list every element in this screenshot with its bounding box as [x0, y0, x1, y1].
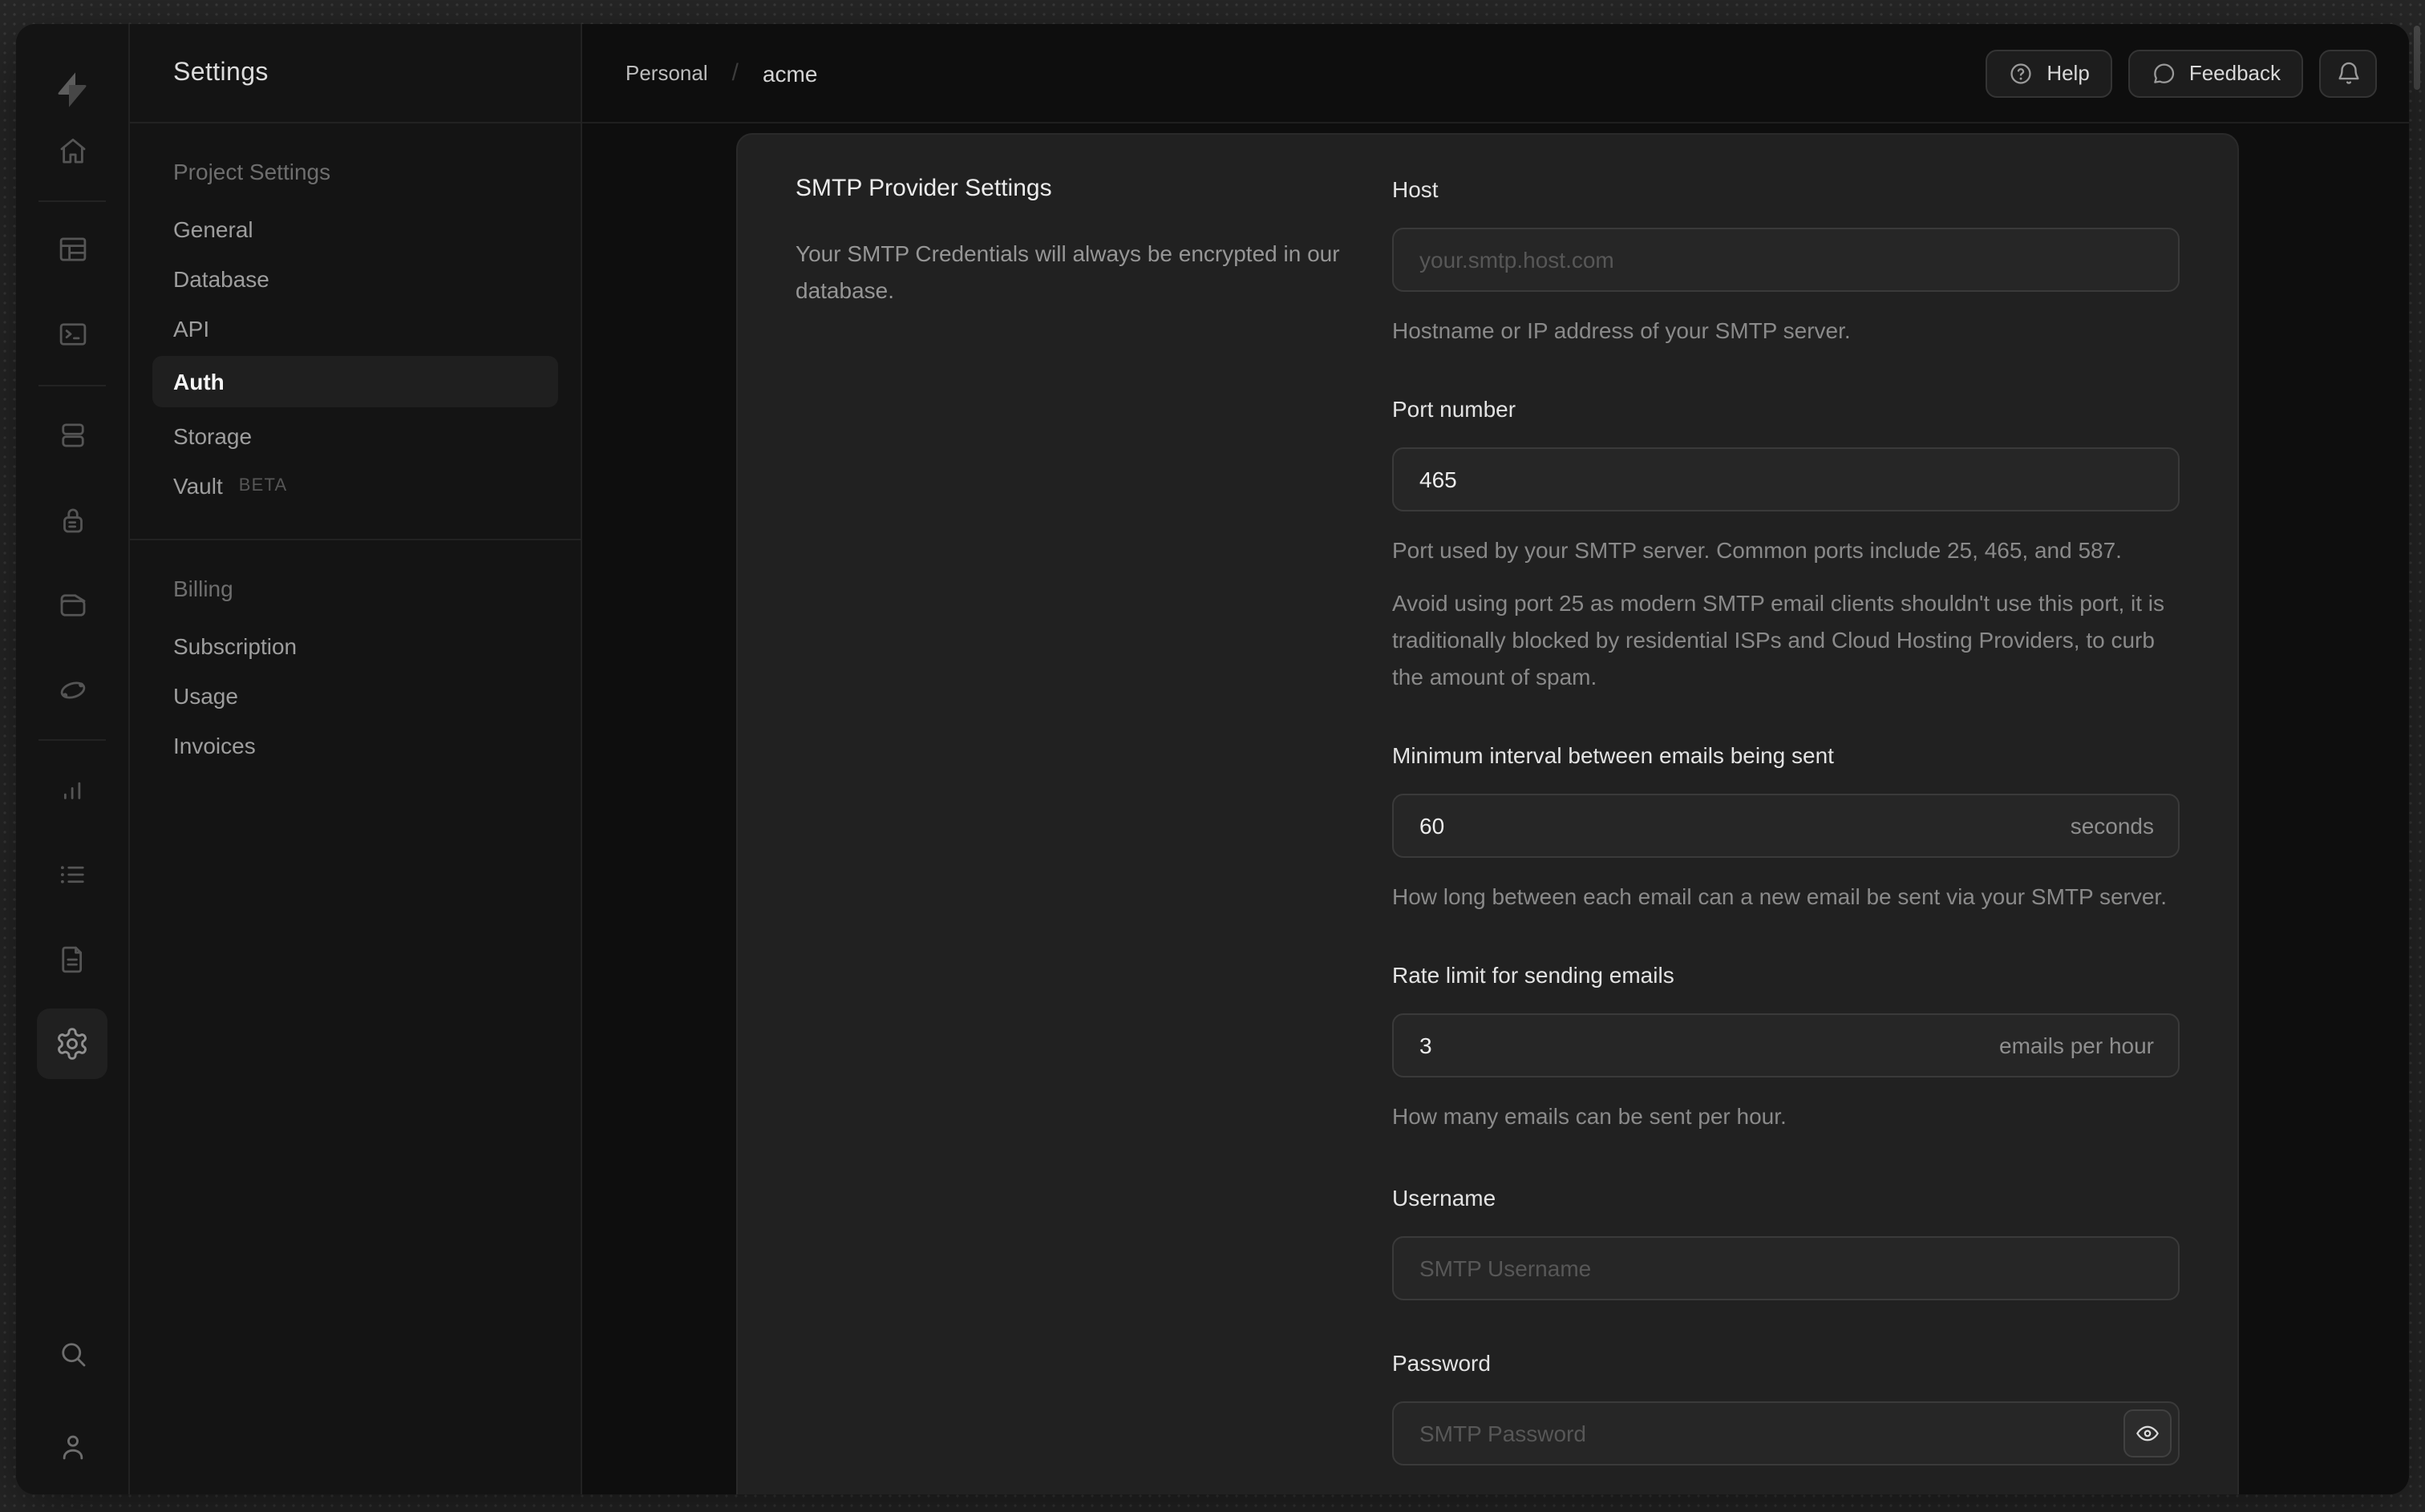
bell-icon: [2334, 59, 2362, 87]
desktop-backdrop: Settings Project Settings General Databa…: [0, 0, 2425, 1512]
sidebar-item-invoices[interactable]: Invoices: [130, 720, 581, 770]
port-label: Port number: [1392, 396, 1516, 422]
rate-input[interactable]: [1392, 1013, 2180, 1077]
auth-icon[interactable]: [45, 492, 99, 547]
beta-badge: BETA: [238, 475, 288, 495]
panel-intro: SMTP Provider Settings Your SMTP Credent…: [796, 173, 1392, 1466]
interval-input[interactable]: [1392, 794, 2180, 858]
help-circle-icon: [2008, 60, 2034, 86]
rate-helper: How many emails can be sent per hour.: [1392, 1103, 1787, 1129]
port-input[interactable]: [1392, 447, 2180, 511]
content-area: SMTP Provider Settings Your SMTP Credent…: [582, 123, 2409, 1494]
rail-divider: [38, 200, 106, 202]
sidebar-item-database[interactable]: Database: [130, 253, 581, 303]
feedback-button[interactable]: Feedback: [2127, 49, 2303, 97]
port-field-group: Port number Port used by your SMTP serve…: [1392, 393, 2180, 696]
chat-bubble-icon: [2151, 60, 2176, 86]
smtp-form: Host Hostname or IP address of your SMTP…: [1392, 173, 2180, 1466]
interval-helper: How long between each email can a new em…: [1392, 883, 2167, 909]
sidebar-item-api[interactable]: API: [130, 303, 581, 353]
toggle-password-visibility-button[interactable]: [2123, 1409, 2172, 1457]
sidebar-item-vault[interactable]: Vault BETA: [130, 460, 581, 510]
home-icon[interactable]: [45, 123, 99, 178]
host-input[interactable]: [1392, 228, 2180, 292]
sidebar-item-usage[interactable]: Usage: [130, 670, 581, 720]
top-bar: Personal / acme Help Feedback: [582, 24, 2409, 123]
sidebar-header: Settings: [130, 24, 581, 123]
rate-label: Rate limit for sending emails: [1392, 962, 1674, 988]
breadcrumb-project[interactable]: acme: [763, 60, 817, 86]
app-window: Settings Project Settings General Databa…: [16, 24, 2409, 1494]
sql-editor-icon[interactable]: [45, 306, 99, 361]
docs-icon[interactable]: [45, 932, 99, 986]
username-label: Username: [1392, 1185, 1496, 1211]
username-field-group: Username: [1392, 1182, 2180, 1300]
port-warning-note: Avoid using port 25 as modern SMTP email…: [1392, 590, 2165, 689]
rail-divider: [38, 385, 106, 386]
table-editor-icon[interactable]: [45, 221, 99, 276]
password-field-group: Password: [1392, 1347, 2180, 1466]
username-input[interactable]: [1392, 1236, 2180, 1300]
interval-label: Minimum interval between emails being se…: [1392, 742, 1834, 768]
help-button-label: Help: [2046, 61, 2090, 85]
interval-field-group: Minimum interval between emails being se…: [1392, 739, 2180, 916]
host-label: Host: [1392, 176, 1439, 202]
password-label: Password: [1392, 1350, 1491, 1376]
eye-icon: [2135, 1421, 2160, 1446]
settings-sidebar: Settings Project Settings General Databa…: [130, 24, 582, 1494]
icon-rail: [16, 24, 130, 1494]
edge-functions-icon[interactable]: [45, 662, 99, 717]
section-description: Your SMTP Credentials will always be enc…: [796, 241, 1340, 303]
supabase-logo-icon[interactable]: [51, 69, 93, 111]
host-helper: Hostname or IP address of your SMTP serv…: [1392, 317, 1851, 343]
sidebar-item-storage[interactable]: Storage: [130, 410, 581, 460]
search-icon[interactable]: [45, 1326, 99, 1381]
sidebar-group-project-settings: Project Settings: [173, 159, 331, 184]
host-field-group: Host Hostname or IP address of your SMTP…: [1392, 173, 2180, 350]
port-helper: Port used by your SMTP server. Common po…: [1392, 537, 2122, 563]
breadcrumb-separator: /: [731, 59, 739, 87]
project-settings-icon[interactable]: [37, 1009, 107, 1079]
reports-icon[interactable]: [45, 762, 99, 816]
main-area: Personal / acme Help Feedback SMTP Provi…: [582, 24, 2409, 1494]
logs-icon[interactable]: [45, 847, 99, 901]
sidebar-item-subscription[interactable]: Subscription: [130, 621, 581, 670]
scrollbar-thumb[interactable]: [2414, 26, 2420, 90]
rail-divider: [38, 739, 106, 741]
password-input[interactable]: [1392, 1401, 2180, 1466]
database-icon[interactable]: [45, 407, 99, 462]
sidebar-item-general[interactable]: General: [130, 204, 581, 253]
storage-icon[interactable]: [45, 577, 99, 632]
help-button[interactable]: Help: [1986, 49, 2112, 97]
sidebar-divider: [130, 539, 581, 540]
feedback-button-label: Feedback: [2188, 61, 2281, 85]
profile-icon[interactable]: [45, 1419, 99, 1474]
sidebar-item-auth[interactable]: Auth: [152, 356, 558, 407]
page-title: Settings: [173, 59, 269, 86]
notifications-button[interactable]: [2319, 49, 2377, 97]
sidebar-group-billing: Billing: [173, 576, 233, 601]
section-heading: SMTP Provider Settings: [796, 175, 1052, 202]
sidebar-item-vault-label: Vault: [173, 472, 223, 498]
rate-field-group: Rate limit for sending emails emails per…: [1392, 959, 2180, 1135]
smtp-settings-panel: SMTP Provider Settings Your SMTP Credent…: [736, 133, 2239, 1494]
breadcrumb-org[interactable]: Personal: [625, 61, 708, 85]
